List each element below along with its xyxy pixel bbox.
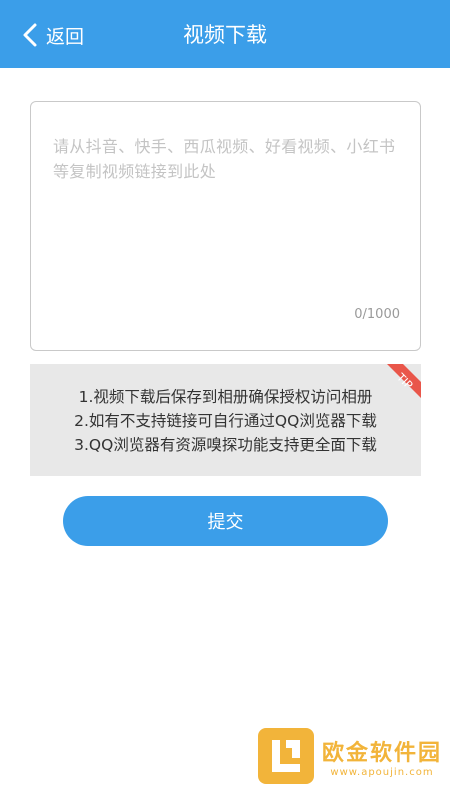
tip-box: 1.视频下载后保存到相册确保授权访问相册 2.如有不支持链接可自行通过QQ浏览器… — [30, 364, 421, 476]
tip-line: 3.QQ浏览器有资源嗅探功能支持更全面下载 — [74, 436, 377, 454]
tip-lines: 1.视频下载后保存到相册确保授权访问相册 2.如有不支持链接可自行通过QQ浏览器… — [30, 385, 421, 457]
page-title: 视频下载 — [183, 23, 267, 47]
watermark-url: www.apoujin.com — [330, 766, 434, 778]
video-link-input[interactable] — [53, 134, 403, 294]
submit-button[interactable]: 提交 — [63, 496, 388, 546]
video-download-screen: 返回 视频下载 0/1000 1.视频下载后保存到相册确保授权访问相册 2.如有… — [0, 0, 450, 800]
link-input-box: 0/1000 — [30, 101, 421, 351]
watermark: 欧金软件园 www.apoujin.com — [256, 716, 442, 796]
tip-line: 2.如有不支持链接可自行通过QQ浏览器下载 — [74, 412, 377, 430]
watermark-logo-icon — [256, 726, 316, 786]
watermark-title: 欧金软件园 — [321, 740, 442, 766]
tip-badge: TIP — [367, 364, 421, 418]
header-bar: 返回 视频下载 — [0, 0, 450, 68]
character-counter: 0/1000 — [354, 307, 400, 322]
tip-line: 1.视频下载后保存到相册确保授权访问相册 — [78, 388, 373, 406]
